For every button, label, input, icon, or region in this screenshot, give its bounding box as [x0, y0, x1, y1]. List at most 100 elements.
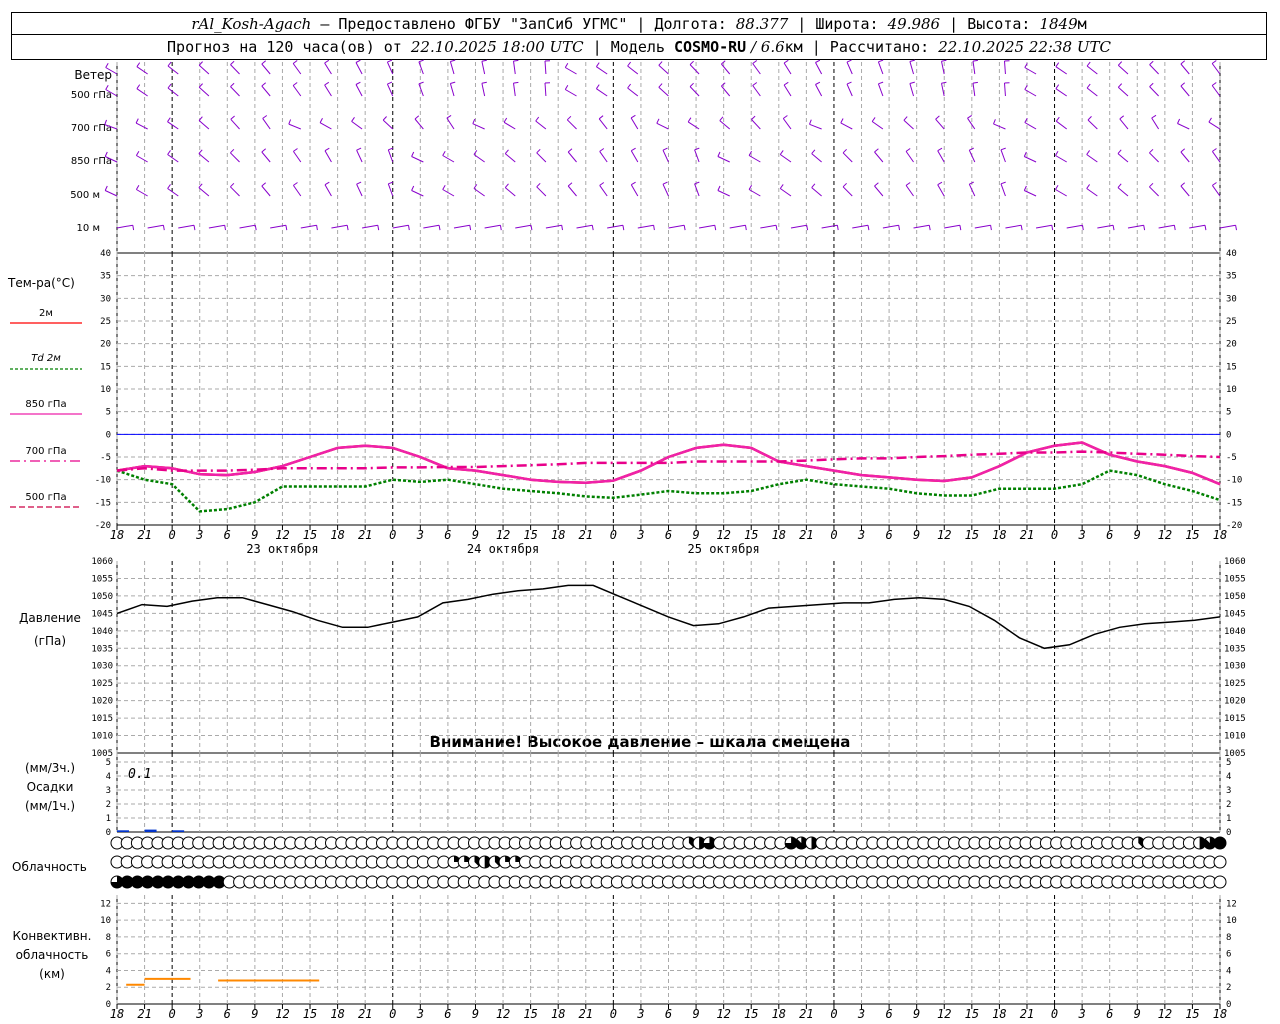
wind-barb-flag: [1180, 182, 1186, 187]
wind-barb-flag: [105, 84, 109, 90]
conv-tick-left: 0: [106, 1000, 111, 1010]
wind-barb: [1117, 187, 1129, 197]
wind-barb-flag: [438, 225, 441, 231]
wind-barb: [355, 84, 363, 97]
conv-x-tick-label: 21: [137, 1007, 151, 1021]
wind-barb: [599, 185, 608, 197]
precip-tick-right: 3: [1226, 786, 1231, 796]
temperature-x-tick-label: 3: [195, 528, 203, 542]
temperature-x-tick-label: 6: [1106, 528, 1113, 542]
conv-x-tick-label: 3: [636, 1007, 644, 1021]
wind-barb: [382, 119, 394, 130]
wind-barb: [751, 119, 761, 130]
wind-barb-flag: [324, 59, 330, 64]
conv-x-tick-label: 0: [830, 1007, 837, 1021]
wind-barb-flag: [842, 148, 847, 154]
wind-barb-flag: [689, 60, 694, 65]
wind-barb: [1066, 224, 1083, 229]
wind-barb: [576, 224, 593, 229]
wind-barb: [1177, 123, 1190, 130]
wind-barb-flag: [316, 225, 318, 231]
conv-tick-right: 10: [1226, 916, 1237, 926]
conv-tick-right: 6: [1226, 950, 1231, 960]
wind-barb-flag: [1086, 184, 1091, 189]
temperature-x-tick-label: 6: [224, 528, 231, 542]
wind-barb-flag: [499, 225, 502, 231]
temperature-tick-left: 20: [100, 340, 111, 350]
temperature-tick-right: 15: [1226, 362, 1237, 372]
conv-x-tick-label: 3: [195, 1007, 203, 1021]
conv-x-tick-label: 0: [169, 1007, 176, 1021]
wind-barb: [662, 149, 669, 163]
conv-x-tick-label: 12: [1158, 1007, 1172, 1021]
wind-barb: [261, 85, 271, 97]
wind-barb: [1180, 151, 1190, 163]
wind-barb: [1149, 186, 1159, 197]
wind-barb-flag: [658, 83, 663, 88]
wind-barb-flag: [1082, 225, 1084, 231]
wind-barb: [261, 151, 271, 163]
wind-barb: [913, 224, 930, 229]
wind-barb-flag: [167, 150, 171, 155]
wind-barb-flag: [941, 81, 947, 84]
wind-barb: [1211, 85, 1221, 97]
wind-barb-flag: [450, 59, 456, 62]
pressure-tick-left: 1030: [91, 662, 113, 672]
wind-barb-flag: [1023, 151, 1027, 157]
wind-barb-flag: [442, 184, 446, 190]
wind-barb: [596, 66, 608, 75]
temperature-tick-right: 40: [1226, 249, 1237, 259]
wind-barb-flag: [408, 225, 410, 231]
wind-barb-flag: [878, 59, 884, 63]
wind-barb: [1024, 156, 1037, 163]
wind-barb-flag: [1020, 225, 1023, 231]
temperature-x-tick-label: 0: [610, 528, 617, 542]
wind-barb: [503, 121, 516, 130]
wind-barb: [596, 88, 608, 97]
wind-barb-flag: [1149, 82, 1154, 87]
wind-barb: [782, 118, 792, 130]
wind-barb-flag: [1180, 82, 1186, 87]
wind-barb-flag: [717, 151, 721, 157]
wind-barb: [116, 224, 133, 229]
wind-barb-flag: [689, 82, 694, 87]
wind-barb: [418, 83, 424, 97]
wind-barb: [167, 188, 179, 197]
wind-barb: [689, 86, 700, 97]
wind-barb-flag: [662, 147, 668, 151]
wind-barb: [783, 84, 792, 97]
wind-barb: [637, 224, 654, 229]
wind-barb: [630, 184, 639, 197]
temperature-tick-right: -20: [1226, 521, 1242, 531]
wind-barb-flag: [230, 115, 235, 120]
pressure-tick-right: 1030: [1224, 662, 1246, 672]
wind-barb-flag: [104, 119, 107, 125]
wind-barb: [721, 85, 731, 97]
wind-barb-flag: [1117, 61, 1123, 66]
wind-barb: [292, 85, 302, 97]
wind-barb: [1086, 65, 1098, 75]
wind-barb: [790, 224, 807, 229]
conv-x-tick-label: 3: [416, 1007, 424, 1021]
wind-barb: [1055, 189, 1067, 197]
wind-barb-flag: [775, 225, 778, 231]
wind-barb-flag: [1086, 83, 1091, 89]
wind-barb: [544, 82, 547, 97]
wind-barb: [324, 84, 332, 97]
pressure-tick-left: 1060: [91, 557, 113, 567]
wind-barb: [627, 65, 639, 75]
wind-barb-flag: [972, 81, 978, 84]
wind-barb-flag: [1235, 225, 1237, 231]
cloud-fill-overcast: [1214, 837, 1226, 849]
wind-barb: [449, 61, 455, 75]
pressure-tick-right: 1040: [1224, 627, 1246, 637]
wind-barb-flag: [909, 81, 915, 84]
wind-barb: [136, 189, 148, 197]
wind-barb-flag: [193, 225, 196, 231]
wind-barb: [536, 152, 547, 163]
wind-barb: [1087, 119, 1098, 130]
conv-x-tick-label: 12: [496, 1007, 510, 1021]
pressure-tick-left: 1045: [91, 609, 113, 619]
wind-barb-flag: [627, 83, 631, 89]
wind-barb: [662, 183, 669, 197]
